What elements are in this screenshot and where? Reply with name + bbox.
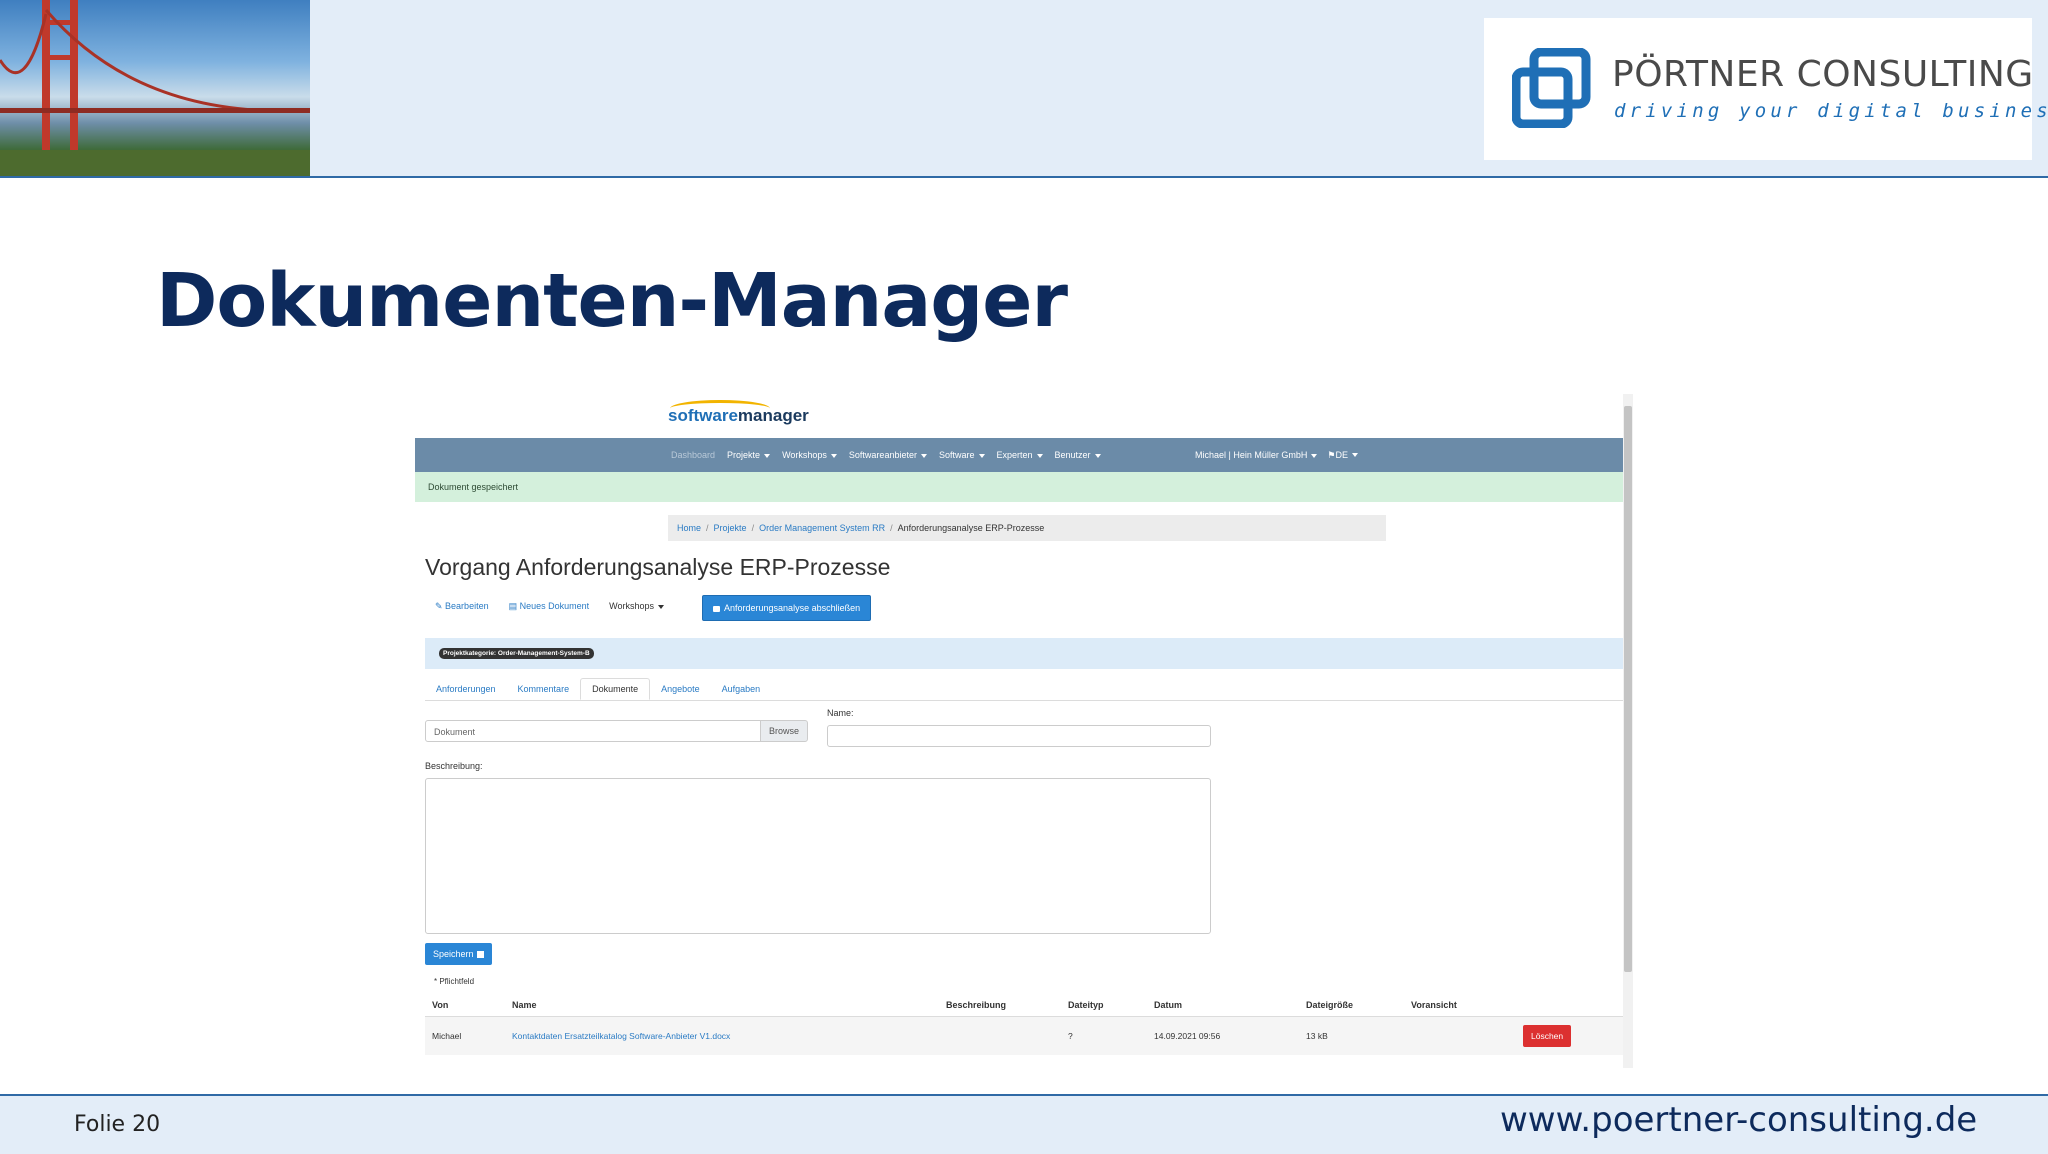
chevron-down-icon xyxy=(764,453,771,458)
chevron-down-icon xyxy=(978,453,985,458)
app-screenshot: softwaremanager Dashboard Projekte Works… xyxy=(415,394,1633,1068)
golden-gate-photo xyxy=(0,0,310,176)
col-dateigroesse: Dateigröße xyxy=(1306,1000,1354,1010)
col-von: Von xyxy=(432,1000,449,1010)
tab-bar: Anforderungen Kommentare Dokumente Angeb… xyxy=(425,678,1623,701)
save-label: Speichern xyxy=(433,949,474,959)
nav-workshops[interactable]: Workshops xyxy=(782,450,837,460)
tab-kommentare[interactable]: Kommentare xyxy=(507,678,581,700)
success-alert: Dokument gespeichert xyxy=(415,472,1623,502)
cell-von: Michael xyxy=(432,1031,462,1041)
nav-lang-label: DE xyxy=(1335,449,1348,460)
lock-icon xyxy=(713,605,721,612)
breadcrumb-separator: / xyxy=(706,523,709,533)
table-row: Michael Kontaktdaten Ersatzteilkatalog S… xyxy=(425,1017,1623,1055)
file-input[interactable]: Dokument xyxy=(425,720,761,742)
portner-logo-icon xyxy=(1512,48,1591,128)
col-beschreibung: Beschreibung xyxy=(946,1000,1007,1010)
chevron-down-icon xyxy=(830,453,837,458)
category-badge: Projektkategorie: Order-Management-Syste… xyxy=(439,648,594,659)
brand-name: PÖRTNER CONSULTING xyxy=(1612,54,2034,95)
softwaremanager-logo[interactable]: softwaremanager xyxy=(668,400,809,426)
name-label: Name: xyxy=(827,708,854,718)
tab-aufgaben[interactable]: Aufgaben xyxy=(711,678,772,700)
col-name: Name xyxy=(512,1000,537,1010)
nav-benutzer[interactable]: Benutzer xyxy=(1055,450,1101,460)
nav-experten-label: Experten xyxy=(996,450,1033,460)
table-header: Von Name Beschreibung Dateityp Datum Dat… xyxy=(425,994,1623,1018)
cell-groesse: 13 kB xyxy=(1306,1031,1328,1041)
chevron-down-icon xyxy=(1311,453,1318,458)
col-dateityp: Dateityp xyxy=(1068,1000,1104,1010)
scrollbar-thumb[interactable] xyxy=(1624,406,1632,972)
tab-anforderungen[interactable]: Anforderungen xyxy=(425,678,507,700)
delete-button[interactable]: Löschen xyxy=(1523,1025,1572,1047)
breadcrumb-separator: / xyxy=(751,523,755,533)
nav-softwareanbieter-label: Softwareanbieter xyxy=(848,450,917,460)
nav-user-label: Michael | Hein Müller GmbH xyxy=(1195,450,1308,460)
nav-benutzer-label: Benutzer xyxy=(1054,450,1091,460)
breadcrumb-projekte[interactable]: Projekte xyxy=(714,523,747,533)
new-document-label: Neues Dokument xyxy=(519,600,590,611)
action-bar: ✎ Bearbeiten ▤ Neues Dokument Workshops … xyxy=(435,591,872,621)
nav-software-label: Software xyxy=(938,450,975,460)
new-document-link[interactable]: ▤ Neues Dokument xyxy=(509,601,590,612)
nav-user-menu[interactable]: Michael | Hein Müller GmbH xyxy=(1195,450,1318,460)
nav-experten[interactable]: Experten xyxy=(997,450,1043,460)
browse-button[interactable]: Browse xyxy=(760,720,808,742)
nav-projekte-label: Projekte xyxy=(727,450,761,460)
cell-name-link[interactable]: Kontaktdaten Ersatzteilkatalog Software-… xyxy=(512,1017,730,1055)
document-icon: ▤ xyxy=(508,600,520,611)
nav-dashboard[interactable]: Dashboard xyxy=(671,450,715,460)
tab-dokumente[interactable]: Dokumente xyxy=(580,678,651,700)
close-analysis-button[interactable]: Anforderungsanalyse abschließen xyxy=(702,595,872,621)
logo-arc xyxy=(670,400,770,417)
name-input[interactable] xyxy=(827,725,1211,747)
slide-title: Dokumenten-Manager xyxy=(156,258,1068,344)
edit-label: Bearbeiten xyxy=(445,600,489,611)
cell-datum: 14.09.2021 09:56 xyxy=(1154,1031,1221,1041)
required-note: * Pflichtfeld xyxy=(434,977,475,986)
breadcrumb: Home / Projekte / Order Management System RR… xyxy=(668,515,1386,541)
edit-link[interactable]: ✎ Bearbeiten xyxy=(435,601,489,612)
category-panel: Projektkategorie: Order-Management-Syste… xyxy=(425,638,1623,669)
nav-workshops-label: Workshops xyxy=(782,450,827,460)
breadcrumb-current: Anforderungsanalyse ERP-Prozesse xyxy=(897,523,1045,533)
col-voransicht: Voransicht xyxy=(1411,1000,1457,1010)
col-datum: Datum xyxy=(1154,1000,1183,1010)
breadcrumb-home[interactable]: Home xyxy=(677,523,701,533)
nav-language-menu[interactable]: ⚑DE xyxy=(1327,450,1358,461)
slide-header: PÖRTNER CONSULTING driving your digital … xyxy=(0,0,2048,178)
nav-projekte[interactable]: Projekte xyxy=(727,450,771,460)
slide-number: Folie 20 xyxy=(74,1112,161,1137)
chevron-down-icon xyxy=(1036,453,1043,458)
page-title: Vorgang Anforderungsanalyse ERP-Prozesse xyxy=(425,554,891,580)
workshops-dropdown-label: Workshops xyxy=(609,601,655,611)
delete-cell: Löschen xyxy=(1523,1017,1572,1055)
workshops-dropdown[interactable]: Workshops xyxy=(609,601,665,611)
description-label: Beschreibung: xyxy=(425,761,483,771)
chevron-down-icon xyxy=(920,453,927,458)
company-logo: PÖRTNER CONSULTING driving your digital … xyxy=(1484,18,2048,160)
nav-softwareanbieter[interactable]: Softwareanbieter xyxy=(849,450,927,460)
chevron-down-icon xyxy=(1094,453,1101,458)
nav-software[interactable]: Software xyxy=(939,450,985,460)
save-button[interactable]: Speichern xyxy=(425,943,492,965)
breadcrumb-separator: / xyxy=(890,523,893,533)
chevron-down-icon xyxy=(658,604,665,609)
description-textarea[interactable] xyxy=(425,778,1211,934)
tab-angebote[interactable]: Angebote xyxy=(650,678,711,700)
cell-dateityp: ? xyxy=(1068,1031,1073,1041)
floppy-disk-icon xyxy=(476,951,484,959)
breadcrumb-project[interactable]: Order Management System RR xyxy=(759,523,885,533)
main-navbar: Dashboard Projekte Workshops Softwareanb… xyxy=(415,438,1623,472)
scrollbar[interactable] xyxy=(1623,394,1633,1068)
website-url: www.poertner-consulting.de xyxy=(1500,1100,1978,1140)
edit-icon: ✎ xyxy=(435,600,446,611)
chevron-down-icon xyxy=(1351,453,1358,458)
close-analysis-label: Anforderungsanalyse abschließen xyxy=(724,603,861,613)
brand-tagline: driving your digital business xyxy=(1614,100,2048,122)
